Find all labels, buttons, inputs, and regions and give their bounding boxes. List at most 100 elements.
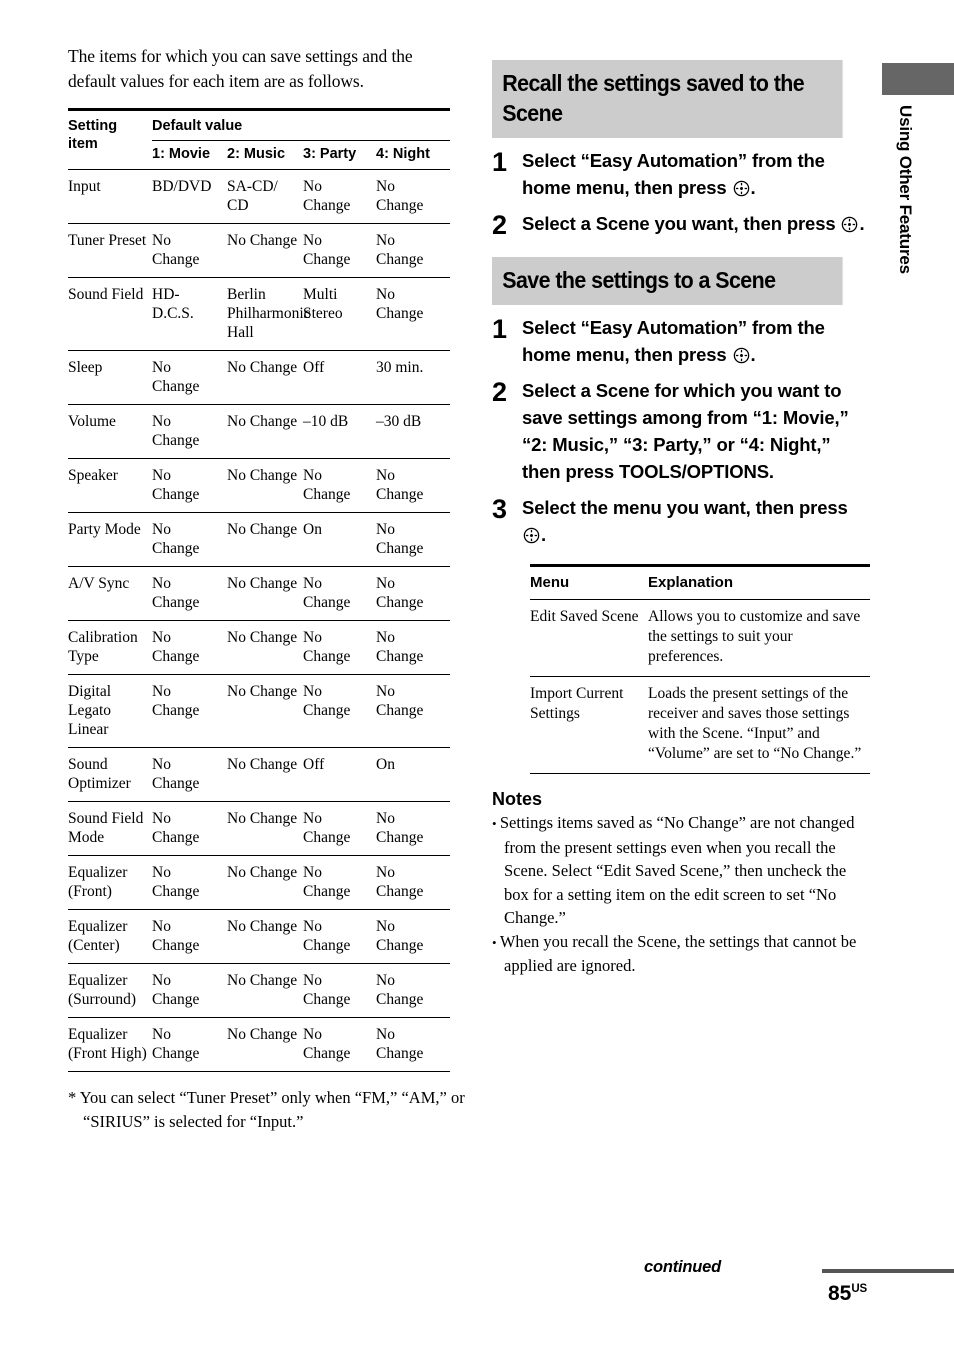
- col-header-scene-2: 2: Music: [227, 140, 303, 170]
- menu-table-bottom-rule: [530, 773, 870, 774]
- setting-value-scene-1: No Change: [152, 855, 227, 910]
- setting-item-name: Equalizer (Surround): [68, 963, 152, 1018]
- notes-block: Notes • Settings items saved as “No Chan…: [492, 788, 872, 978]
- setting-value-scene-1: No Change: [152, 350, 227, 405]
- page-footer: continued 85US: [0, 1258, 954, 1328]
- bullet-icon: •: [492, 934, 500, 950]
- setting-value-scene-1: No Change: [152, 1017, 227, 1072]
- setting-value-scene-2: No Change: [227, 404, 303, 459]
- setting-value-scene-3: No Change: [303, 674, 376, 748]
- side-tab-block: [882, 63, 954, 95]
- setting-value-scene-2: No Change: [227, 566, 303, 621]
- setting-value-scene-2: No Change: [227, 855, 303, 910]
- intro-paragraph: The items for which you can save setting…: [68, 46, 413, 91]
- setting-value-scene-1: No Change: [152, 404, 227, 459]
- section-save: Save the settings to a Scene: [492, 257, 869, 305]
- setting-value-scene-2: No Change: [227, 512, 303, 567]
- setting-value-scene-2: Berlin Philharmonic Hall: [227, 277, 311, 351]
- setting-value-scene-1: No Change: [152, 223, 227, 278]
- setting-value-scene-3: No Change: [303, 223, 376, 278]
- table-footnote: * You can select “Tuner Preset” only whe…: [68, 1088, 465, 1131]
- col-header-setting-item: Setting item: [68, 108, 152, 170]
- note-text: Settings items saved as “No Change” are …: [499, 813, 855, 927]
- setting-value-scene-4: On: [376, 747, 450, 802]
- setting-value-scene-1: No Change: [152, 963, 227, 1018]
- col-header-scene-3: 3: Party: [303, 140, 376, 170]
- table-row: Input BD/DVD SA-CD/ CD No Change No Change: [68, 169, 450, 224]
- setting-item-name: Equalizer (Front High): [68, 1017, 152, 1072]
- setting-value-scene-3: No Change: [303, 909, 376, 964]
- setting-item-name: Sound Optimizer: [68, 747, 152, 802]
- menu-table-row: Import Current Settings Loads the present…: [530, 676, 870, 774]
- table-row: A/V Sync No Change No Change No Change No Ch…: [68, 566, 450, 621]
- menu-table-header-row: Menu Explanation: [530, 564, 870, 600]
- setting-value-scene-4: No Change: [376, 512, 450, 567]
- left-column: The items for which you can save setting…: [68, 44, 465, 1134]
- page-number: 85US: [828, 1282, 867, 1306]
- setting-item-name: Party Mode: [68, 512, 152, 567]
- setting-value-scene-2: No Change: [227, 223, 303, 278]
- setting-value-scene-4: No Change: [376, 909, 450, 964]
- table-row: Speaker No Change No Change No Change No Cha…: [68, 458, 450, 513]
- setting-value-scene-3: On: [303, 512, 376, 567]
- setting-item-name: Calibration Type: [68, 620, 152, 675]
- setting-value-scene-4: No Change: [376, 1017, 450, 1072]
- setting-value-scene-4: No Change: [376, 620, 450, 675]
- step-text: Select a Scene you want, then press .: [522, 213, 865, 234]
- setting-value-scene-3: Off: [303, 747, 376, 802]
- setting-value-scene-1: No Change: [152, 674, 227, 748]
- col-header-scene-1: 1: Movie: [152, 140, 227, 170]
- setting-value-scene-3: –10 dB: [303, 404, 376, 459]
- setting-value-scene-2: No Change: [227, 747, 303, 802]
- setting-value-scene-3: No Change: [303, 169, 376, 224]
- steps-list-recall: 1 Select “Easy Automation” from the home …: [492, 147, 869, 239]
- setting-value-scene-3: No Change: [303, 458, 376, 513]
- step-text: Select the menu you want, then press .: [522, 497, 848, 545]
- steps-list-save: 1 Select “Easy Automation” from the home …: [492, 314, 869, 548]
- table-row: Equalizer (Center) No Change No Change No C…: [68, 909, 450, 964]
- footer-rule: [822, 1269, 954, 1273]
- page-number-suffix: US: [851, 1283, 867, 1295]
- enter-button-icon: [733, 344, 750, 364]
- setting-value-scene-2: No Change: [227, 674, 303, 748]
- setting-item-name: Sleep: [68, 350, 152, 405]
- setting-value-scene-4: No Change: [376, 801, 450, 856]
- side-tab-label: Using Other Features: [896, 105, 915, 274]
- enter-button-icon: [523, 524, 540, 544]
- table-row: Equalizer (Front) No Change No Change No Ch…: [68, 855, 450, 910]
- table-row: Volume No Change No Change –10 dB –30 dB: [68, 404, 450, 459]
- setting-value-scene-3: Multi Stereo: [303, 277, 376, 351]
- setting-item-name: Sound Field: [68, 277, 152, 351]
- setting-item-name: Speaker: [68, 458, 152, 513]
- table-bottom-rule-cell: [68, 1071, 152, 1072]
- table-row: Digital Legato Linear No Change No Change N…: [68, 674, 450, 748]
- setting-value-scene-4: No Change: [376, 674, 450, 748]
- setting-value-scene-4: 30 min.: [376, 350, 450, 405]
- table-row: Calibration Type No Change No Change No Cha…: [68, 620, 450, 675]
- note-item: • When you recall the Scene, the setting…: [492, 930, 872, 978]
- menu-name-cell: Import Current Settings: [530, 676, 648, 774]
- table-row: Equalizer (Surround) No Change No Change No…: [68, 963, 450, 1018]
- col-header-scene-4: 4: Night: [376, 140, 450, 170]
- step-item: 2 Select a Scene you want, then press .: [492, 210, 869, 239]
- setting-value-scene-3: No Change: [303, 1017, 376, 1072]
- setting-value-scene-4: –30 dB: [376, 404, 450, 459]
- enter-button-icon: [733, 177, 750, 197]
- step-item: 1 Select “Easy Automation” from the home …: [492, 147, 869, 201]
- setting-value-scene-4: No Change: [376, 223, 450, 278]
- setting-value-scene-2: SA-CD/ CD: [227, 169, 303, 224]
- step-number: 2: [492, 377, 508, 407]
- table-bottom-rule: [68, 1071, 450, 1072]
- setting-value-scene-1: No Change: [152, 801, 227, 856]
- step-item: 1 Select “Easy Automation” from the home …: [492, 314, 869, 368]
- setting-item-name: Equalizer (Center): [68, 909, 152, 964]
- setting-value-scene-3: No Change: [303, 566, 376, 621]
- section-recall: Recall the settings saved to the Scene: [492, 60, 869, 138]
- right-column: Recall the settings saved to the Scene 1…: [492, 60, 872, 978]
- table-row: Sleep No Change No Change Off 30 min.: [68, 350, 450, 405]
- menu-name-cell: Edit Saved Scene: [530, 599, 648, 677]
- continued-label: continued: [643, 1258, 721, 1276]
- menu-table-bottom-rule-cell: [648, 773, 870, 774]
- setting-value-scene-3: No Change: [303, 620, 376, 675]
- step-number: 1: [492, 147, 508, 177]
